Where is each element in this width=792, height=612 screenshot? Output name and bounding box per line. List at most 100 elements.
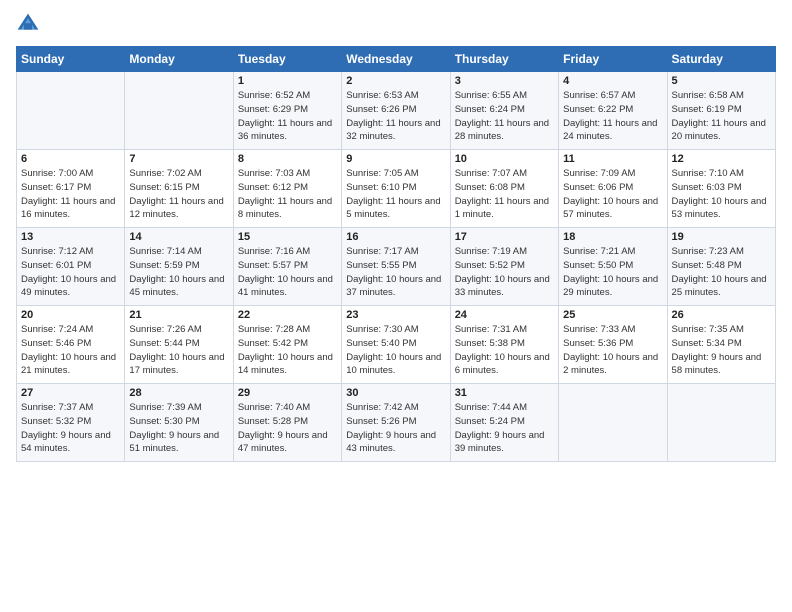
weekday-header: Saturday [667,47,775,72]
day-number: 9 [346,153,445,165]
header [16,12,776,36]
day-info: Sunrise: 7:28 AM Sunset: 5:42 PM Dayligh… [238,323,337,378]
day-info: Sunrise: 7:39 AM Sunset: 5:30 PM Dayligh… [129,401,228,456]
weekday-header: Tuesday [233,47,341,72]
logo [16,12,44,36]
calendar-cell: 4Sunrise: 6:57 AM Sunset: 6:22 PM Daylig… [559,72,667,150]
day-info: Sunrise: 7:30 AM Sunset: 5:40 PM Dayligh… [346,323,445,378]
day-info: Sunrise: 7:31 AM Sunset: 5:38 PM Dayligh… [455,323,554,378]
weekday-header: Monday [125,47,233,72]
day-number: 13 [21,231,120,243]
calendar-cell: 22 Sunrise: 7:28 AM Sunset: 5:42 PM Dayli… [233,306,341,384]
calendar-cell: 20 Sunrise: 7:24 AM Sunset: 5:46 PM Dayli… [17,306,125,384]
day-info: Sunrise: 7:12 AM Sunset: 6:01 PM Dayligh… [21,245,120,300]
day-number: 6 [21,153,120,165]
calendar-cell: 8 Sunrise: 7:03 AM Sunset: 6:12 PM Daylig… [233,150,341,228]
calendar-cell [125,72,233,150]
calendar-cell: 10Sunrise: 7:07 AM Sunset: 6:08 PM Dayli… [450,150,558,228]
day-info: Sunrise: 7:03 AM Sunset: 6:12 PM Dayligh… [238,167,337,222]
day-info: Sunrise: 7:44 AM Sunset: 5:24 PM Dayligh… [455,401,554,456]
day-info: Sunrise: 7:16 AM Sunset: 5:57 PM Dayligh… [238,245,337,300]
calendar-week-row: 20 Sunrise: 7:24 AM Sunset: 5:46 PM Dayli… [17,306,776,384]
day-info: Sunrise: 6:53 AM Sunset: 6:26 PM Dayligh… [346,89,445,144]
calendar-cell: 30 Sunrise: 7:42 AM Sunset: 5:26 PM Dayli… [342,384,450,462]
day-info: Sunrise: 7:26 AM Sunset: 5:44 PM Dayligh… [129,323,228,378]
day-number: 28 [129,387,228,399]
day-number: 15 [238,231,337,243]
day-info: Sunrise: 6:58 AM Sunset: 6:19 PM Dayligh… [672,89,771,144]
day-info: Sunrise: 6:55 AM Sunset: 6:24 PM Dayligh… [455,89,554,144]
calendar-cell: 7Sunrise: 7:02 AM Sunset: 6:15 PM Daylig… [125,150,233,228]
day-number: 27 [21,387,120,399]
day-info: Sunrise: 7:23 AM Sunset: 5:48 PM Dayligh… [672,245,771,300]
day-number: 16 [346,231,445,243]
calendar-cell: 12 Sunrise: 7:10 AM Sunset: 6:03 PM Dayli… [667,150,775,228]
calendar-cell [17,72,125,150]
day-info: Sunrise: 6:52 AM Sunset: 6:29 PM Dayligh… [238,89,337,144]
calendar-week-row: 1 Sunrise: 6:52 AM Sunset: 6:29 PM Daylig… [17,72,776,150]
calendar-cell: 21 Sunrise: 7:26 AM Sunset: 5:44 PM Dayli… [125,306,233,384]
calendar-week-row: 6 Sunrise: 7:00 AM Sunset: 6:17 PM Daylig… [17,150,776,228]
calendar-cell: 13 Sunrise: 7:12 AM Sunset: 6:01 PM Dayli… [17,228,125,306]
calendar-cell: 29Sunrise: 7:40 AM Sunset: 5:28 PM Dayli… [233,384,341,462]
day-number: 26 [672,309,771,321]
day-info: Sunrise: 7:17 AM Sunset: 5:55 PM Dayligh… [346,245,445,300]
day-number: 4 [563,75,662,87]
day-number: 25 [563,309,662,321]
day-number: 20 [21,309,120,321]
calendar-cell: 1 Sunrise: 6:52 AM Sunset: 6:29 PM Daylig… [233,72,341,150]
day-number: 5 [672,75,771,87]
calendar-cell: 9Sunrise: 7:05 AM Sunset: 6:10 PM Daylig… [342,150,450,228]
calendar-cell [667,384,775,462]
day-info: Sunrise: 7:09 AM Sunset: 6:06 PM Dayligh… [563,167,662,222]
day-info: Sunrise: 7:21 AM Sunset: 5:50 PM Dayligh… [563,245,662,300]
calendar-cell: 14 Sunrise: 7:14 AM Sunset: 5:59 PM Dayli… [125,228,233,306]
day-number: 19 [672,231,771,243]
day-number: 24 [455,309,554,321]
calendar-cell: 31 Sunrise: 7:44 AM Sunset: 5:24 PM Dayli… [450,384,558,462]
calendar-cell: 17 Sunrise: 7:19 AM Sunset: 5:52 PM Dayli… [450,228,558,306]
calendar-cell: 15 Sunrise: 7:16 AM Sunset: 5:57 PM Dayli… [233,228,341,306]
day-number: 2 [346,75,445,87]
calendar-cell: 16 Sunrise: 7:17 AM Sunset: 5:55 PM Dayli… [342,228,450,306]
calendar-cell: 27 Sunrise: 7:37 AM Sunset: 5:32 PM Dayli… [17,384,125,462]
day-info: Sunrise: 7:14 AM Sunset: 5:59 PM Dayligh… [129,245,228,300]
day-number: 22 [238,309,337,321]
calendar-table: SundayMondayTuesdayWednesdayThursdayFrid… [16,46,776,462]
calendar-cell: 25 Sunrise: 7:33 AM Sunset: 5:36 PM Dayli… [559,306,667,384]
day-info: Sunrise: 7:35 AM Sunset: 5:34 PM Dayligh… [672,323,771,378]
weekday-header: Friday [559,47,667,72]
weekday-header: Sunday [17,47,125,72]
day-info: Sunrise: 7:33 AM Sunset: 5:36 PM Dayligh… [563,323,662,378]
day-info: Sunrise: 7:19 AM Sunset: 5:52 PM Dayligh… [455,245,554,300]
day-info: Sunrise: 7:42 AM Sunset: 5:26 PM Dayligh… [346,401,445,456]
day-number: 17 [455,231,554,243]
day-number: 11 [563,153,662,165]
calendar-cell: 28 Sunrise: 7:39 AM Sunset: 5:30 PM Dayli… [125,384,233,462]
day-info: Sunrise: 7:10 AM Sunset: 6:03 PM Dayligh… [672,167,771,222]
calendar-cell: 24 Sunrise: 7:31 AM Sunset: 5:38 PM Dayli… [450,306,558,384]
day-number: 14 [129,231,228,243]
day-number: 12 [672,153,771,165]
day-number: 23 [346,309,445,321]
calendar-cell [559,384,667,462]
calendar-cell: 5 Sunrise: 6:58 AM Sunset: 6:19 PM Daylig… [667,72,775,150]
day-info: Sunrise: 7:00 AM Sunset: 6:17 PM Dayligh… [21,167,120,222]
day-number: 31 [455,387,554,399]
calendar-cell: 18Sunrise: 7:21 AM Sunset: 5:50 PM Dayli… [559,228,667,306]
calendar-cell: 3Sunrise: 6:55 AM Sunset: 6:24 PM Daylig… [450,72,558,150]
calendar-cell: 26 Sunrise: 7:35 AM Sunset: 5:34 PM Dayli… [667,306,775,384]
day-number: 1 [238,75,337,87]
day-number: 21 [129,309,228,321]
day-info: Sunrise: 7:37 AM Sunset: 5:32 PM Dayligh… [21,401,120,456]
day-number: 30 [346,387,445,399]
calendar-cell: 11 Sunrise: 7:09 AM Sunset: 6:06 PM Dayli… [559,150,667,228]
day-number: 8 [238,153,337,165]
calendar-cell: 23 Sunrise: 7:30 AM Sunset: 5:40 PM Dayli… [342,306,450,384]
calendar-week-row: 27 Sunrise: 7:37 AM Sunset: 5:32 PM Dayli… [17,384,776,462]
day-info: Sunrise: 7:02 AM Sunset: 6:15 PM Dayligh… [129,167,228,222]
day-info: Sunrise: 7:24 AM Sunset: 5:46 PM Dayligh… [21,323,120,378]
weekday-header-row: SundayMondayTuesdayWednesdayThursdayFrid… [17,47,776,72]
day-info: Sunrise: 7:40 AM Sunset: 5:28 PM Dayligh… [238,401,337,456]
calendar-cell: 2 Sunrise: 6:53 AM Sunset: 6:26 PM Daylig… [342,72,450,150]
